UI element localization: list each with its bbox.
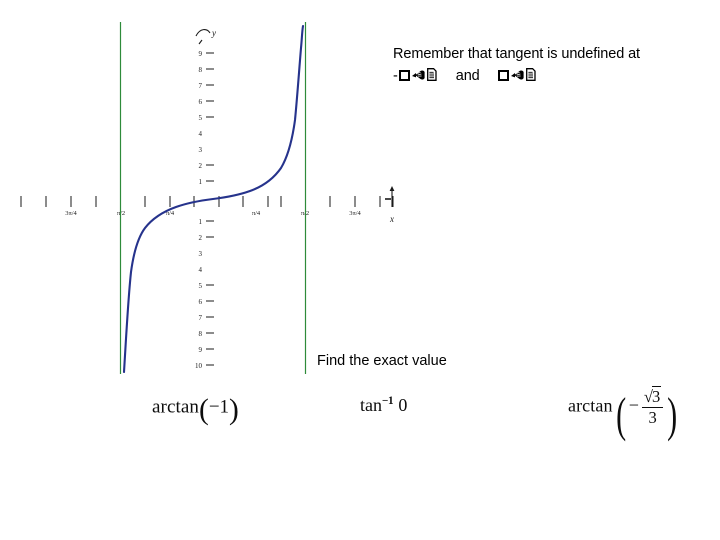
- expr2-function-name: tan: [360, 395, 382, 415]
- svg-text:9: 9: [199, 346, 203, 354]
- document-glyph-icon: [426, 68, 437, 81]
- svg-text:π/4: π/4: [252, 210, 261, 217]
- svg-text:1: 1: [199, 178, 203, 186]
- expr3-fraction: √3 3: [641, 386, 664, 427]
- svg-text:10: 10: [195, 362, 203, 370]
- expression-tan-inverse-zero: tan−1 0: [360, 396, 407, 414]
- tangent-curve: [122, 24, 305, 374]
- expr2-argument: 0: [398, 395, 408, 415]
- tofu-group-negative-pi-over-2: [398, 68, 438, 84]
- and-conjunction-label: and: [455, 68, 480, 84]
- hand-pointing-glyph-icon-2: [510, 69, 525, 81]
- svg-text:3: 3: [199, 146, 203, 154]
- svg-text:3: 3: [199, 250, 203, 258]
- svg-text:x: x: [389, 214, 394, 224]
- svg-text:5: 5: [199, 282, 203, 290]
- tangent-graph-panel: 3π/4 π/2 π/4 π/4 π/2 3π/4 x y: [0, 0, 420, 390]
- tangent-function-plot: 3π/4 π/2 π/4 π/4 π/2 3π/4 x y: [20, 22, 395, 374]
- expr3-open-paren: (: [615, 387, 626, 442]
- svg-text:5: 5: [199, 114, 203, 122]
- svg-text:6: 6: [199, 98, 203, 106]
- y-axis-negative-ticks: 1 2 3 4 5 6 7 8 9 10: [195, 218, 214, 370]
- svg-text:9: 9: [199, 50, 203, 58]
- svg-text:6: 6: [199, 298, 203, 306]
- expr3-function-name: arctan: [568, 395, 613, 416]
- expr1-close-paren: ): [229, 394, 239, 426]
- expr1-open-paren: (: [199, 394, 209, 426]
- svg-text:7: 7: [199, 314, 203, 322]
- expr3-close-paren: ): [667, 387, 678, 442]
- x-axis-ticks: [20, 196, 394, 207]
- hand-pointing-glyph-icon: [411, 69, 426, 81]
- filled-box-glyph-icon-2: [497, 70, 509, 81]
- svg-text:2: 2: [199, 234, 203, 242]
- filled-box-glyph-icon: [398, 70, 410, 81]
- expr3-denominator: 3: [648, 407, 657, 427]
- svg-text:2: 2: [199, 162, 203, 170]
- find-exact-value-prompt: Find the exact value: [317, 353, 447, 369]
- expr1-argument: 1: [219, 396, 230, 418]
- y-axis-positive-ticks: 9 8 7 6 5 4 3 2 1: [199, 50, 214, 186]
- svg-text:1: 1: [199, 218, 203, 226]
- x-axis-tick-labels: 3π/4 π/2 π/4 π/4 π/2 3π/4: [65, 210, 361, 217]
- expr3-minus: −: [628, 395, 639, 416]
- tofu-group-pi-over-2: [497, 68, 537, 84]
- y-axis-label: y: [195, 28, 216, 45]
- expr2-exponent: −1: [382, 395, 394, 408]
- expr1-function-name: arctan: [152, 396, 200, 418]
- tangent-undefined-note-line1: Remember that tangent is undefined at: [393, 46, 640, 62]
- expr3-numerator: √3: [641, 386, 664, 408]
- svg-text:8: 8: [199, 66, 203, 74]
- svg-text:7: 7: [199, 82, 203, 90]
- expression-arctan-neg-root3-over-3: arctan(− √3 3 ): [568, 386, 680, 442]
- expr1-minus: −: [208, 396, 220, 418]
- svg-text:y: y: [211, 28, 216, 38]
- svg-text:4: 4: [199, 130, 203, 138]
- svg-text:8: 8: [199, 330, 203, 338]
- svg-text:4: 4: [199, 266, 203, 274]
- tangent-undefined-note-line2: - and: [393, 68, 537, 84]
- expr3-radical: √3: [644, 386, 662, 406]
- svg-text:3π/4: 3π/4: [349, 210, 361, 217]
- expression-arctan-neg-one: arctan(−1): [152, 394, 239, 426]
- expr3-radicand: 3: [652, 386, 662, 406]
- svg-text:3π/4: 3π/4: [65, 210, 77, 217]
- document-glyph-icon-2: [525, 68, 536, 81]
